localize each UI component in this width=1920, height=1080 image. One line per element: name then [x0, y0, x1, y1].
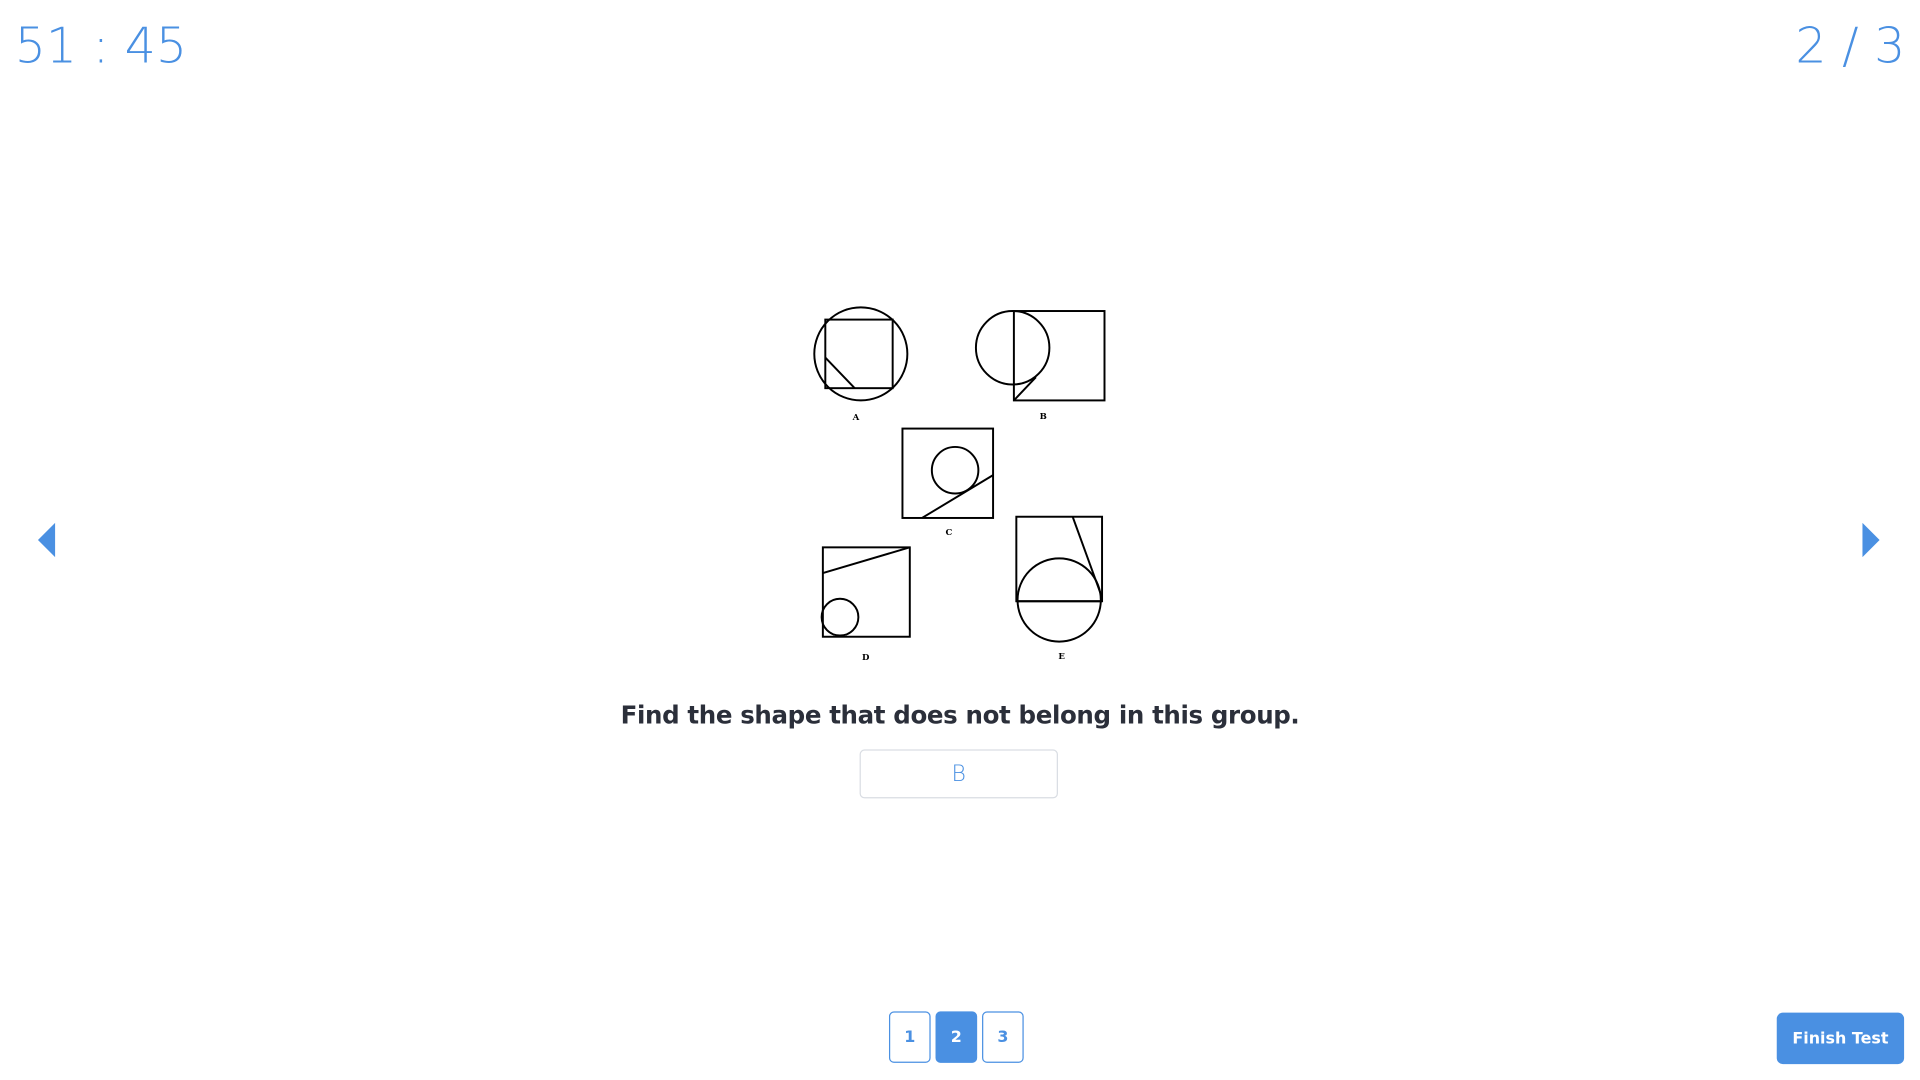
previous-question-button[interactable] [34, 520, 58, 559]
shape-b [974, 310, 1106, 402]
question-pagination: 1 2 3 [888, 1011, 1024, 1063]
shape-c [901, 427, 995, 519]
finish-test-button[interactable]: Finish Test [1776, 1012, 1905, 1065]
chevron-right-icon [1862, 522, 1880, 558]
figure-label-e: E [1058, 652, 1065, 662]
figure-label-b: B [1040, 412, 1047, 422]
shape-e [1015, 515, 1104, 643]
figure-label-a: A [852, 413, 860, 423]
page-button-3[interactable]: 3 [982, 1011, 1024, 1063]
figure-label-c: C [946, 528, 953, 538]
question-figure: A B C D E [808, 300, 1112, 670]
chevron-left-icon [37, 522, 56, 558]
test-screen: 51 : 45 2 / 3 A B C D E Find the shape t… [0, 0, 1920, 1080]
question-text: Find the shape that does not belong in t… [620, 700, 1300, 730]
question-counter: 2 / 3 [1795, 18, 1906, 75]
shape-a [813, 306, 909, 402]
shape-d [820, 546, 911, 638]
shapes-puzzle-image: A B C D E [813, 306, 1106, 663]
next-question-button[interactable] [1859, 520, 1883, 559]
figure-label-d: D [862, 653, 870, 663]
page-button-2[interactable]: 2 [935, 1011, 978, 1063]
page-button-1[interactable]: 1 [888, 1011, 931, 1063]
countdown-timer: 51 : 45 [14, 18, 187, 75]
answer-input[interactable] [859, 749, 1058, 799]
